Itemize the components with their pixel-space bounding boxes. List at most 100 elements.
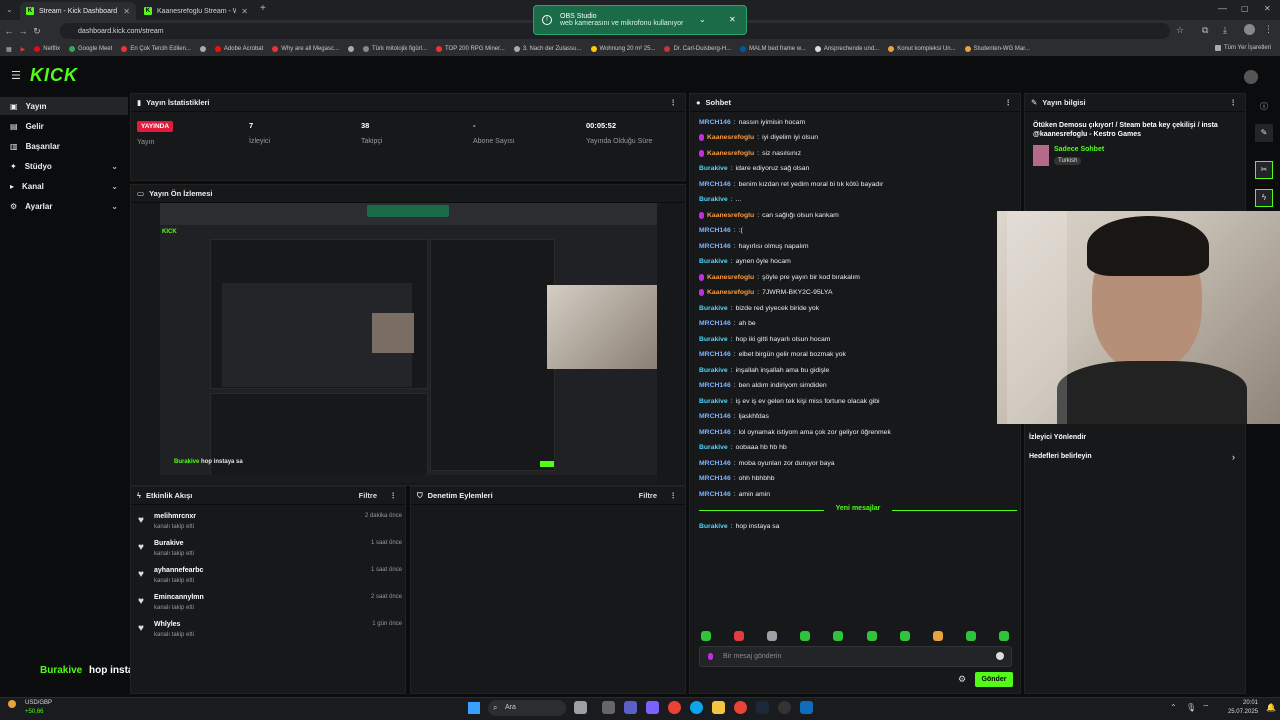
bookmark-ansprechende[interactable]: Ansprechende und... [814, 46, 879, 52]
chat-username[interactable]: MRCH146 [699, 181, 731, 188]
stream-preview-video[interactable]: KICK Burakive hop instaya sa [160, 203, 657, 483]
bookmark-netflix[interactable]: Netflix [34, 46, 60, 52]
clip-icon[interactable]: ✂ [1255, 161, 1273, 179]
category-link[interactable]: Sadece Sohbet [1054, 146, 1104, 153]
chat-username[interactable]: MRCH146 [699, 320, 731, 327]
lightning-icon[interactable]: ϟ [1255, 189, 1273, 207]
chevron-down-icon[interactable]: ⌄ [699, 15, 706, 24]
filter-button[interactable]: Filtre [639, 491, 657, 500]
back-icon[interactable]: ← [2, 26, 16, 36]
chat-username[interactable]: Burakive [699, 523, 728, 530]
filter-button[interactable]: Filtre [359, 491, 377, 500]
emote-icon[interactable] [867, 631, 877, 641]
bookmark-rpg[interactable]: TOP 200 RPG Miner... [436, 46, 505, 52]
windows-start-icon[interactable] [468, 702, 480, 714]
emote-icon[interactable] [734, 631, 744, 641]
sidebar-item-studyo[interactable]: ✦ Stüdyo ⌄ [0, 157, 128, 175]
emote-icon[interactable] [701, 631, 711, 641]
extensions-icon[interactable]: ⧉ [1202, 25, 1208, 36]
chat-username[interactable]: Kaanesrefoglu [707, 150, 754, 157]
chat-username[interactable]: MRCH146 [699, 491, 731, 498]
kebab-menu-icon[interactable]: ⋮ [670, 98, 678, 107]
emote-icon[interactable] [966, 631, 976, 641]
downloads-icon[interactable]: ⤓ [1223, 25, 1227, 36]
bookmark-icon[interactable]: ▶ [21, 46, 26, 53]
mic-tray-icon[interactable]: 🎙 [1186, 703, 1196, 712]
emote-icon[interactable] [800, 631, 810, 641]
stock-widget-icon[interactable] [8, 700, 16, 708]
all-bookmarks[interactable]: Tüm Yer İşaretleri [1215, 45, 1271, 51]
clock-date[interactable]: 25.07.2025 [1218, 709, 1258, 715]
bookmark-zulassung[interactable]: 3. Nach der Zulassu... [513, 46, 582, 52]
bookmark-duisberg[interactable]: Dr. Carl-Duisberg-H... [664, 46, 731, 52]
feed-user[interactable]: melihmrcnxr [154, 513, 196, 520]
chat-username[interactable]: Burakive [699, 258, 728, 265]
chat-username[interactable]: Kaanesrefoglu [707, 274, 754, 281]
chat-username[interactable]: MRCH146 [699, 243, 731, 250]
maximize-icon[interactable]: ▢ [1241, 4, 1249, 13]
chat-username[interactable]: MRCH146 [699, 119, 731, 126]
chat-username[interactable]: MRCH146 [699, 382, 731, 389]
notifications-icon[interactable]: 🔔 [1266, 703, 1276, 712]
task-view-icon[interactable] [574, 701, 587, 714]
stock-ticker[interactable]: USD/GBP [25, 700, 52, 706]
chat-settings-gear-icon[interactable]: ⚙ [958, 674, 966, 685]
emote-icon[interactable] [933, 631, 943, 641]
chat-username[interactable]: MRCH146 [699, 227, 731, 234]
bookmark-google-meet[interactable]: Google Meet [68, 46, 112, 52]
emote-icon[interactable] [767, 631, 777, 641]
steam-icon[interactable] [756, 701, 769, 714]
kebab-menu-icon[interactable]: ⋮ [1005, 98, 1013, 107]
obs-icon[interactable] [778, 701, 791, 714]
app-icon[interactable] [800, 701, 813, 714]
bookmark-adobe[interactable]: Adobe Acrobat [214, 46, 263, 52]
chat-username[interactable]: MRCH146 [699, 460, 731, 467]
window-close-icon[interactable]: ✕ [1264, 4, 1271, 13]
chat-message-input[interactable]: Bir mesaj gönderin [699, 646, 1012, 667]
new-tab-icon[interactable]: + [260, 3, 266, 14]
obs-notification[interactable]: ! OBS Studio web kamerasını ve mikrofonu… [533, 5, 747, 35]
info-icon[interactable]: ⓘ [1260, 101, 1268, 112]
chrome-icon[interactable] [668, 701, 681, 714]
file-explorer-icon[interactable] [712, 701, 725, 714]
tray-chevron-icon[interactable]: ⌃ [1170, 703, 1177, 712]
chat-username[interactable]: Burakive [699, 196, 728, 203]
chat-username[interactable]: MRCH146 [699, 429, 731, 436]
tab-search-icon[interactable]: ⌄ [6, 5, 13, 14]
browser-tab-watch[interactable]: K Kaanesrefoglu Stream - Watch ✕ [138, 2, 254, 20]
chrome-active-icon[interactable] [734, 701, 747, 714]
apps-icon[interactable]: ▦ [6, 46, 12, 53]
reload-icon[interactable]: ↻ [30, 26, 44, 37]
browser-menu-icon[interactable]: ⋮ [1264, 24, 1273, 35]
chat-username[interactable]: Burakive [699, 444, 728, 451]
close-icon[interactable]: ✕ [241, 7, 248, 16]
bookmark-konut[interactable]: Konut kompleksi Un... [888, 46, 956, 52]
feed-user[interactable]: Emincannylmn [154, 594, 204, 601]
chat-username[interactable]: Burakive [699, 305, 728, 312]
bookmark-megasc[interactable]: Why are all Megasc... [272, 46, 339, 52]
clock-time[interactable]: 20:01 [1228, 700, 1258, 706]
wifi-icon[interactable]: ⌔ [1202, 703, 1210, 713]
chat-username[interactable]: Kaanesrefoglu [707, 212, 754, 219]
edit-icon[interactable]: ✎ [1255, 124, 1273, 142]
chat-username[interactable]: Kaanesrefoglu [707, 134, 754, 141]
kick-logo[interactable]: KICK [30, 65, 78, 86]
chat-username[interactable]: Burakive [699, 398, 728, 405]
chat-username[interactable]: Kaanesrefoglu [707, 289, 754, 296]
chevron-right-icon[interactable]: › [1232, 452, 1235, 462]
kebab-menu-icon[interactable]: ⋮ [1230, 98, 1238, 107]
kebab-menu-icon[interactable]: ⋮ [390, 491, 398, 500]
star-icon[interactable]: ☆ [1176, 25, 1184, 36]
user-avatar[interactable] [1244, 70, 1258, 84]
sidebar-item-yayin[interactable]: ▣ Yayın [0, 97, 128, 115]
chat-username[interactable]: MRCH146 [699, 413, 731, 420]
bookmark-malm[interactable]: MALM bed frame w... [740, 46, 806, 52]
bookmark-item[interactable] [347, 46, 354, 52]
set-goals-link[interactable]: Hedefleri belirleyin [1029, 453, 1092, 460]
feed-user[interactable]: ayhannefearbc [154, 567, 203, 574]
hamburger-menu-icon[interactable]: ☰ [11, 69, 21, 82]
chat-username[interactable]: MRCH146 [699, 351, 731, 358]
sidebar-item-basarilar[interactable]: ▥ Başarılar [0, 137, 128, 155]
feed-user[interactable]: Burakive [154, 540, 184, 547]
emote-icon[interactable] [999, 631, 1009, 641]
